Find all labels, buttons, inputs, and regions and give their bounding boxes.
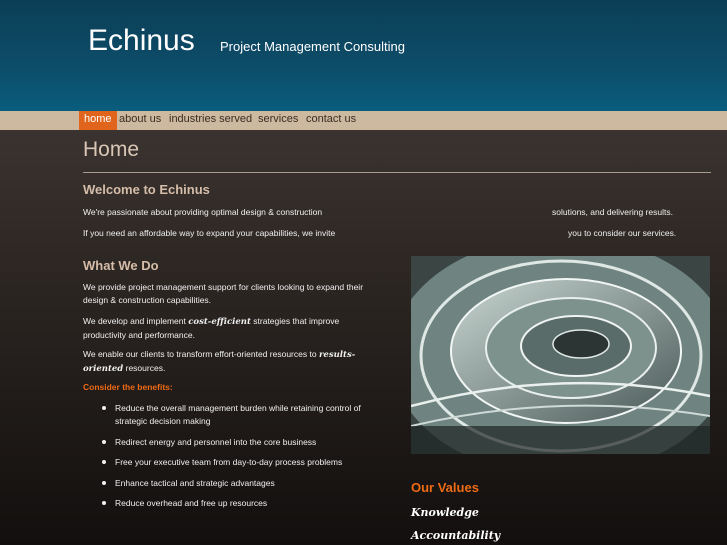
title-divider (83, 172, 711, 173)
bullet-icon (102, 460, 106, 464)
what-we-do-paragraph-2: We develop and implement cost-efficient … (83, 315, 381, 342)
main-nav: home about us industries served services… (0, 111, 727, 130)
what-we-do-paragraph-1: We provide project management support fo… (83, 282, 364, 305)
list-item: Reduce overhead and free up resources (102, 497, 382, 510)
benefits-heading: Consider the benefits: (83, 382, 173, 392)
benefit-text: Redirect energy and personnel into the c… (115, 436, 317, 447)
nav-item-home[interactable]: home (79, 111, 117, 130)
value-knowledge: Knowledge (411, 506, 479, 519)
site-tagline: Project Management Consulting (220, 39, 405, 54)
benefit-text: Free your executive team from day-to-day… (115, 457, 343, 467)
paragraph-2-emphasis: cost-efficient (188, 317, 251, 327)
welcome-heading: Welcome to Echinus (83, 182, 210, 197)
list-item: Reduce the overall management burden whi… (102, 402, 382, 428)
site-logo[interactable]: Echinus (88, 24, 195, 58)
bullet-icon (102, 501, 106, 505)
bullet-icon (102, 480, 106, 485)
what-we-do-paragraph-3: We enable our clients to transform effor… (83, 348, 363, 376)
paragraph-3-text-before: We enable our clients to transform effor… (83, 349, 317, 359)
benefit-text: Reduce the overall management burden whi… (115, 403, 361, 426)
what-we-do-heading: What We Do (83, 258, 159, 273)
staircase-illustration (411, 256, 710, 454)
welcome-line1-left: We're passionate about providing optimal… (83, 207, 323, 217)
value-accountability: Accountability (411, 529, 501, 542)
benefits-list: Reduce the overall management burden whi… (102, 402, 382, 518)
nav-item-industries-served[interactable]: industries served (164, 111, 257, 130)
page-title: Home (83, 138, 140, 161)
list-item: Enhance tactical and strategic advantage… (102, 477, 382, 490)
bullet-icon (102, 406, 106, 410)
benefit-text: Enhance tactical and strategic advantage… (115, 477, 275, 488)
nav-item-about-us[interactable]: about us (114, 111, 166, 130)
paragraph-3-text-after: resources. (125, 363, 166, 373)
our-values-heading: Our Values (411, 480, 479, 495)
welcome-line2-left: If you need an affordable way to expand … (83, 228, 336, 238)
list-item: Redirect energy and personnel into the c… (102, 436, 382, 449)
nav-item-services[interactable]: services (253, 111, 303, 130)
welcome-line1-right: solutions, and delivering results. (552, 207, 673, 217)
paragraph-2-text-before: We develop and implement (83, 316, 186, 326)
welcome-line2-right: you to consider our services. (568, 228, 677, 238)
bullet-icon (102, 439, 106, 444)
nav-item-contact-us[interactable]: contact us (301, 111, 361, 130)
list-item: Free your executive team from day-to-day… (102, 456, 382, 469)
site-header: Echinus Project Management Consulting (0, 0, 727, 111)
spiral-staircase-photo (411, 256, 710, 454)
benefit-text: Reduce overhead and free up resources (115, 498, 268, 508)
